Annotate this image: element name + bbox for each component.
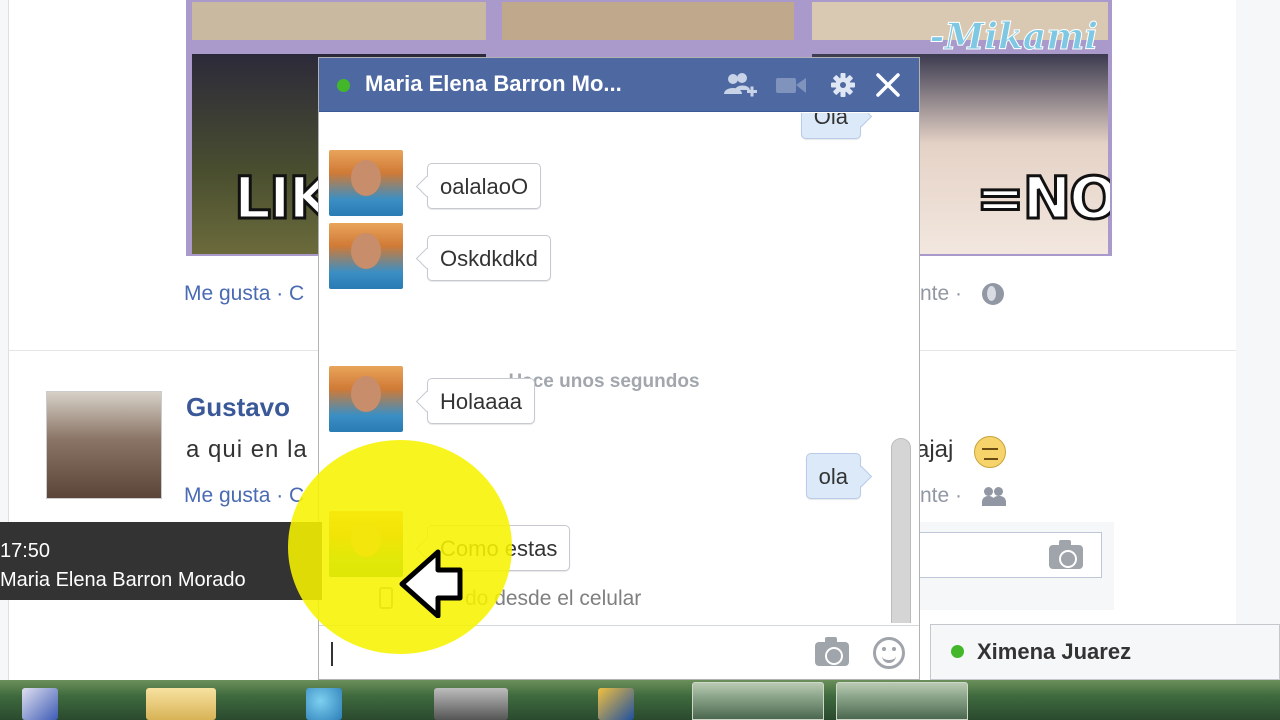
like-link[interactable]: Me gusta · C bbox=[184, 484, 304, 508]
message-list[interactable]: Ola oalalaoO Oskdkdkd Hace unos segundos… bbox=[319, 113, 919, 623]
taskbar-window-active[interactable] bbox=[692, 682, 824, 720]
tooltip-time: 17:50 bbox=[0, 540, 51, 562]
message-bubble-theirs: oalalaoO bbox=[427, 163, 542, 209]
taskbar-editor[interactable] bbox=[590, 680, 650, 720]
taskbar bbox=[0, 680, 1280, 720]
unamused-emoji-icon bbox=[974, 436, 1006, 468]
contact-avatar[interactable] bbox=[329, 223, 403, 289]
message-bubble-mine: ola bbox=[805, 453, 861, 499]
message-bubble-theirs: Oskdkdkd bbox=[427, 235, 551, 281]
mobile-phone-icon bbox=[379, 587, 393, 609]
emoji-picker-icon[interactable] bbox=[873, 637, 905, 669]
contact-avatar[interactable] bbox=[329, 366, 403, 432]
time-divider: Hace unos segundos bbox=[508, 371, 700, 392]
taskbar-app[interactable] bbox=[12, 680, 72, 720]
chat-tab-name[interactable]: Ximena Juarez bbox=[977, 639, 1131, 665]
folder-icon bbox=[146, 688, 216, 720]
meme-panel bbox=[192, 2, 486, 40]
messenger-icon bbox=[306, 688, 342, 720]
comment-link-fragment[interactable]: nte · bbox=[920, 282, 962, 306]
taskbar-window[interactable] bbox=[836, 682, 968, 720]
message-composer[interactable] bbox=[319, 625, 919, 679]
gear-icon[interactable] bbox=[829, 70, 857, 100]
comment-link-fragment[interactable]: nte · bbox=[920, 484, 962, 508]
globe-icon bbox=[982, 283, 1004, 305]
post-text-end: ajaj bbox=[916, 436, 954, 463]
sent-from-mobile-label: do desde el celular bbox=[465, 587, 642, 610]
scrollbar[interactable] bbox=[891, 438, 911, 623]
like-link[interactable]: Me gusta · C bbox=[184, 282, 304, 306]
taskbar-media[interactable] bbox=[432, 680, 512, 720]
meme-panel bbox=[502, 2, 794, 40]
post-author[interactable]: Gustavo bbox=[186, 392, 290, 423]
app-icon bbox=[22, 688, 58, 720]
chat-title[interactable]: Maria Elena Barron Mo... bbox=[365, 71, 622, 97]
camera-icon[interactable] bbox=[815, 637, 849, 666]
post-text: a qui en la bbox=[186, 436, 308, 463]
message-bubble-theirs: Holaaaa bbox=[427, 378, 535, 424]
video-call-icon[interactable] bbox=[775, 70, 807, 100]
contact-avatar[interactable] bbox=[329, 150, 403, 216]
meme-caption-left: LIK bbox=[232, 163, 335, 234]
add-friends-icon[interactable] bbox=[723, 70, 757, 100]
close-icon[interactable] bbox=[875, 70, 901, 100]
message-bubble-mine: Ola bbox=[800, 113, 861, 139]
meme-caption-right: =NO bbox=[974, 163, 1112, 234]
chat-header[interactable]: Maria Elena Barron Mo... bbox=[319, 58, 919, 112]
taskbar-folder[interactable] bbox=[140, 680, 224, 720]
text-caret bbox=[331, 642, 333, 666]
camera-icon[interactable] bbox=[1049, 540, 1083, 569]
tooltip-name: Maria Elena Barron Morado bbox=[0, 569, 246, 591]
meme-watermark: -Mikami bbox=[929, 16, 1099, 59]
online-status-dot bbox=[951, 645, 964, 658]
online-status-dot bbox=[337, 79, 350, 92]
comment-input[interactable] bbox=[918, 532, 1102, 578]
taskbar-messenger[interactable] bbox=[290, 680, 360, 720]
friends-audience-icon bbox=[982, 486, 1006, 506]
editor-icon bbox=[598, 688, 634, 720]
contact-avatar[interactable] bbox=[329, 511, 403, 577]
message-tooltip: 17:50 Maria Elena Barron Morado bbox=[0, 522, 322, 600]
mouse-cursor-icon bbox=[399, 549, 463, 618]
chat-tab-ximena[interactable]: Ximena Juarez bbox=[930, 624, 1280, 680]
media-icon bbox=[434, 688, 508, 720]
avatar[interactable] bbox=[46, 391, 162, 499]
